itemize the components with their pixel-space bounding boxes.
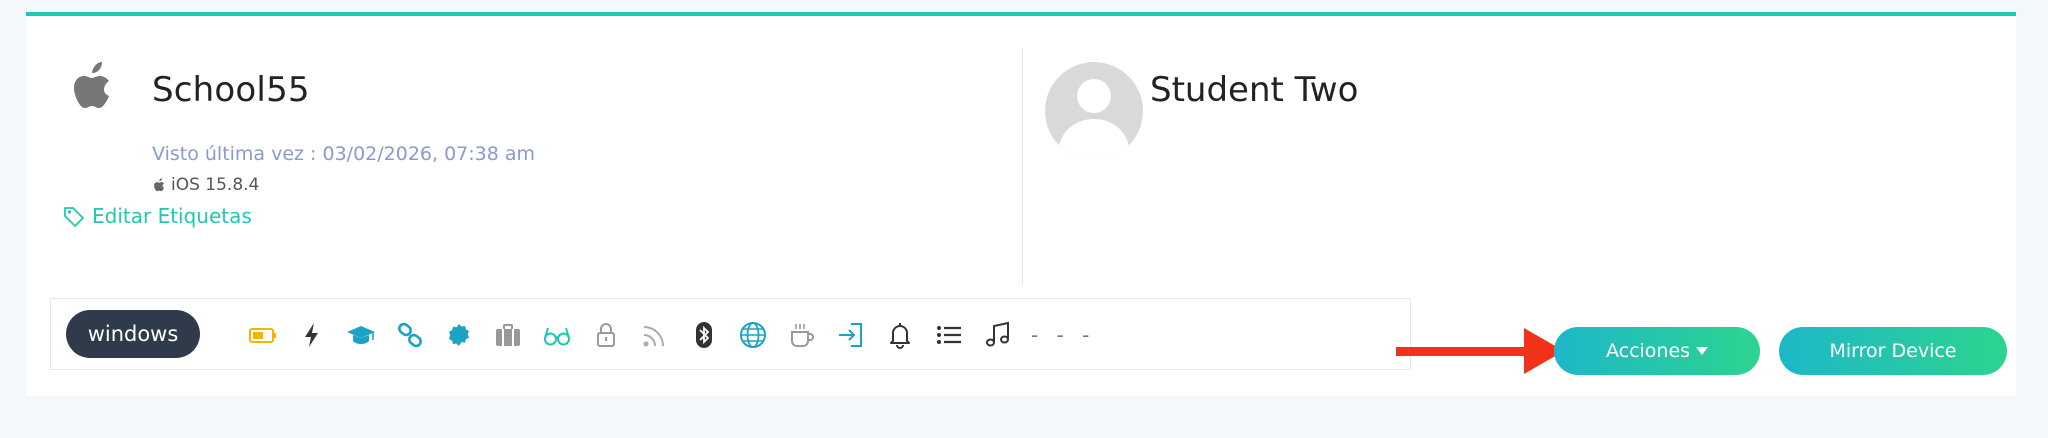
list-icon[interactable] bbox=[931, 317, 967, 353]
badge-icon[interactable] bbox=[441, 317, 477, 353]
rss-icon[interactable] bbox=[637, 317, 673, 353]
bluetooth-icon[interactable] bbox=[686, 317, 722, 353]
section-divider bbox=[1022, 48, 1023, 284]
device-info: School55 Visto última vez : 03/02/2026, … bbox=[26, 16, 1022, 276]
bell-icon[interactable] bbox=[882, 317, 918, 353]
tag-icon bbox=[64, 207, 84, 227]
actions-dropdown-button[interactable]: Acciones bbox=[1554, 327, 1760, 375]
edit-tags-label: Editar Etiquetas bbox=[92, 204, 252, 228]
status-toolbar: windows - - - bbox=[50, 298, 1411, 370]
coffee-icon[interactable] bbox=[784, 317, 820, 353]
caret-down-icon bbox=[1696, 347, 1709, 355]
student-avatar bbox=[1045, 62, 1143, 160]
actions-label: Acciones bbox=[1605, 340, 1691, 362]
student-name: Student Two bbox=[1150, 70, 1359, 110]
device-card: School55 Visto última vez : 03/02/2026, … bbox=[26, 12, 2016, 396]
status-icons: - - - bbox=[245, 317, 1095, 353]
lightning-icon[interactable] bbox=[294, 317, 330, 353]
music-icon[interactable] bbox=[980, 317, 1016, 353]
mirror-device-button[interactable]: Mirror Device bbox=[1779, 327, 2007, 375]
device-name: School55 bbox=[152, 70, 310, 110]
apple-logo-icon bbox=[74, 62, 109, 108]
os-pill: windows bbox=[66, 310, 200, 358]
user-icon bbox=[1059, 79, 1129, 160]
os-version-row: iOS 15.8.4 bbox=[152, 175, 259, 195]
status-placeholder: - - - bbox=[1031, 323, 1096, 347]
arrow-annotation-icon bbox=[1396, 328, 1564, 374]
briefcase-icon[interactable] bbox=[490, 317, 526, 353]
os-version: iOS 15.8.4 bbox=[171, 175, 260, 195]
battery-icon[interactable] bbox=[245, 317, 281, 353]
graduation-cap-icon[interactable] bbox=[343, 317, 379, 353]
lock-icon[interactable] bbox=[588, 317, 624, 353]
last-seen-text: Visto última vez : 03/02/2026, 07:38 am bbox=[152, 143, 536, 165]
apple-icon bbox=[154, 177, 165, 191]
sign-in-icon[interactable] bbox=[833, 317, 869, 353]
globe-icon[interactable] bbox=[735, 317, 771, 353]
link-icon[interactable] bbox=[392, 317, 428, 353]
edit-tags-link[interactable]: Editar Etiquetas bbox=[62, 204, 252, 228]
glasses-icon[interactable] bbox=[539, 317, 575, 353]
